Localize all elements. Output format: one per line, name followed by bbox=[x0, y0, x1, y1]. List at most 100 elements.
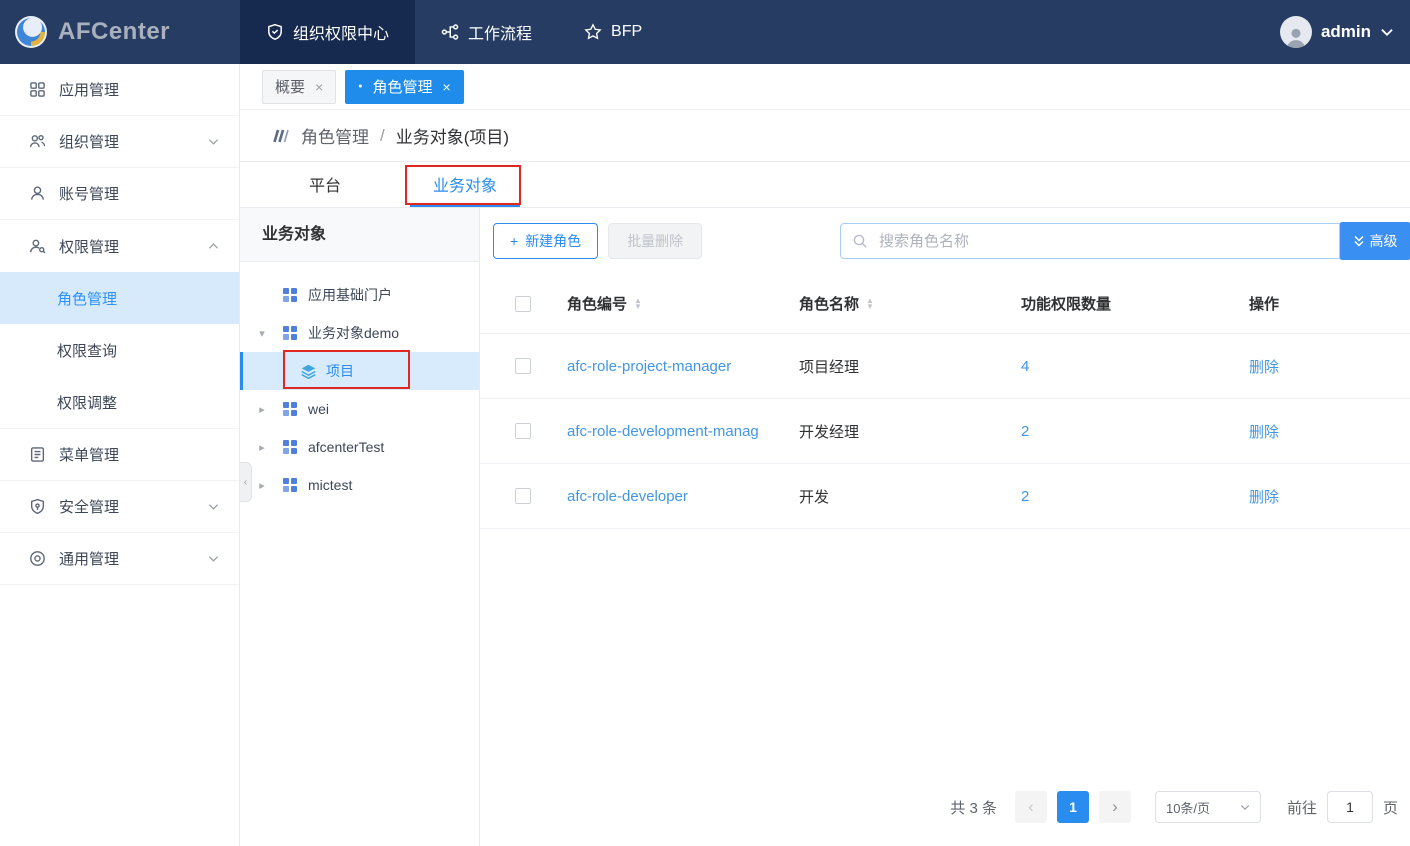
search-box bbox=[840, 223, 1340, 259]
advanced-label: 高级 bbox=[1370, 231, 1398, 251]
tab-overview[interactable]: 概要 × bbox=[262, 70, 336, 104]
sidebar-item-account-management[interactable]: 账号管理 bbox=[0, 168, 239, 220]
app-grid-icon bbox=[28, 81, 46, 99]
topnav-bfp[interactable]: BFP bbox=[558, 0, 668, 64]
tree-item-wei[interactable]: ▸ wei bbox=[240, 390, 479, 428]
column-header-role-code[interactable]: 角色编号 ▲ ▼ bbox=[553, 293, 785, 314]
goto-label: 前往 bbox=[1287, 797, 1317, 818]
role-code-link[interactable]: afc-role-developer bbox=[553, 488, 785, 505]
permission-count-link[interactable]: 2 bbox=[1007, 423, 1235, 440]
column-header-role-name[interactable]: 角色名称 ▲ ▼ bbox=[785, 293, 1007, 314]
tree-item-label: 项目 bbox=[326, 361, 354, 381]
expander-collapsed-icon[interactable]: ▸ bbox=[254, 403, 270, 416]
tree-item-label: 应用基础门户 bbox=[308, 285, 392, 305]
table-row: afc-role-developer 开发 2 删除 bbox=[480, 464, 1410, 529]
prev-page-button[interactable]: ‹ bbox=[1015, 791, 1047, 823]
page-number-button[interactable]: 1 bbox=[1057, 791, 1089, 823]
grid-node-icon bbox=[282, 401, 299, 418]
delete-link[interactable]: 删除 bbox=[1235, 421, 1410, 442]
advanced-search-button[interactable]: 高级 bbox=[1340, 222, 1410, 260]
sidebar-item-role-management[interactable]: 角色管理 bbox=[0, 272, 239, 324]
sidebar-item-label: 账号管理 bbox=[59, 183, 119, 204]
table-toolbar: + 新建角色 批量删除 bbox=[480, 218, 1410, 274]
grid-node-icon bbox=[282, 477, 299, 494]
delete-link[interactable]: 删除 bbox=[1235, 356, 1410, 377]
panel-collapse-handle[interactable]: ‹ bbox=[240, 462, 252, 502]
role-table-panel: + 新建角色 批量删除 bbox=[480, 208, 1410, 846]
page-size-value: 10条/页 bbox=[1166, 798, 1210, 817]
user-menu[interactable]: admin bbox=[1280, 0, 1410, 64]
tree-item-project[interactable]: 项目 bbox=[240, 352, 479, 390]
batch-delete-button[interactable]: 批量删除 bbox=[608, 223, 702, 259]
sidebar-group-permission: 权限管理 角色管理 权限查询 权限调整 bbox=[0, 220, 239, 429]
sidebar-item-label: 安全管理 bbox=[59, 496, 119, 517]
sidebar-item-label: 权限调整 bbox=[57, 392, 117, 413]
sidebar-item-general-management[interactable]: 通用管理 bbox=[0, 533, 239, 585]
subtab-label: 业务对象 bbox=[433, 172, 497, 196]
breadcrumb-section[interactable]: 角色管理 bbox=[301, 123, 369, 148]
tree-item-business-object-demo[interactable]: ▾ 业务对象demo bbox=[240, 314, 479, 352]
table-row: afc-role-project-manager 项目经理 4 删除 bbox=[480, 334, 1410, 399]
topnav-workflow[interactable]: 工作流程 bbox=[415, 0, 558, 64]
sidebar-item-permission-adjust[interactable]: 权限调整 bbox=[0, 376, 239, 428]
sidebar-item-label: 权限管理 bbox=[59, 236, 119, 257]
row-checkbox[interactable] bbox=[515, 423, 531, 439]
page-size-select[interactable]: 10条/页 bbox=[1155, 791, 1261, 823]
logo-area: AFCenter bbox=[0, 0, 240, 64]
sidebar-item-app-management[interactable]: 应用管理 bbox=[0, 64, 239, 116]
table-header-row: 角色编号 ▲ ▼ 角色名称 ▲ ▼ 功能权限数量 bbox=[480, 274, 1410, 334]
expander-collapsed-icon[interactable]: ▸ bbox=[254, 441, 270, 454]
tab-label: 角色管理 bbox=[372, 76, 432, 97]
sidebar-item-security-management[interactable]: 安全管理 bbox=[0, 481, 239, 533]
breadcrumb-current: 业务对象(项目) bbox=[396, 123, 509, 148]
topnav-org-permission-center[interactable]: 组织权限中心 bbox=[240, 0, 415, 64]
top-navigation: 组织权限中心 工作流程 BFP bbox=[240, 0, 668, 64]
tree-item-label: mictest bbox=[308, 477, 352, 493]
role-code-link[interactable]: afc-role-development-manag bbox=[553, 423, 785, 440]
close-icon[interactable]: × bbox=[442, 79, 450, 95]
expander-collapsed-icon[interactable]: ▸ bbox=[254, 479, 270, 492]
tree-item-mictest[interactable]: ▸ mictest bbox=[240, 466, 479, 504]
permission-count-link[interactable]: 4 bbox=[1007, 358, 1235, 375]
select-all-checkbox[interactable] bbox=[515, 296, 531, 312]
subtab-business-object[interactable]: 业务对象 bbox=[410, 162, 520, 207]
sidebar-item-permission-query[interactable]: 权限查询 bbox=[0, 324, 239, 376]
subtab-platform[interactable]: 平台 bbox=[280, 162, 370, 207]
sidebar-item-permission-management[interactable]: 权限管理 bbox=[0, 220, 239, 272]
sidebar-item-label: 菜单管理 bbox=[59, 444, 119, 465]
double-chevron-down-icon bbox=[1353, 235, 1365, 248]
permission-icon bbox=[28, 237, 46, 255]
tree-item-app-basic-portal[interactable]: 应用基础门户 bbox=[240, 276, 479, 314]
sort-icon[interactable]: ▲ ▼ bbox=[866, 298, 874, 310]
breadcrumb-separator: / bbox=[380, 126, 385, 146]
shield-icon bbox=[266, 23, 284, 41]
row-checkbox[interactable] bbox=[515, 358, 531, 374]
chevron-down-icon bbox=[208, 503, 219, 511]
tree-item-afcentertest[interactable]: ▸ afcenterTest bbox=[240, 428, 479, 466]
batch-delete-label: 批量删除 bbox=[627, 231, 683, 251]
row-checkbox[interactable] bbox=[515, 488, 531, 504]
column-header-permission-count: 功能权限数量 bbox=[1007, 293, 1235, 314]
sort-icon[interactable]: ▲ ▼ bbox=[634, 298, 642, 310]
sidebar-item-organization-management[interactable]: 组织管理 bbox=[0, 116, 239, 168]
expander-expanded-icon[interactable]: ▾ bbox=[254, 327, 270, 340]
permission-count-link[interactable]: 2 bbox=[1007, 488, 1235, 505]
chevron-up-icon bbox=[208, 242, 219, 250]
table-row: afc-role-development-manag 开发经理 2 删除 bbox=[480, 399, 1410, 464]
close-icon[interactable]: × bbox=[315, 79, 323, 95]
new-role-button[interactable]: + 新建角色 bbox=[493, 223, 598, 259]
next-page-button[interactable]: › bbox=[1099, 791, 1131, 823]
delete-link[interactable]: 删除 bbox=[1235, 486, 1410, 507]
new-role-label: 新建角色 bbox=[525, 231, 581, 251]
search-input[interactable] bbox=[840, 223, 1340, 259]
goto-page-input[interactable] bbox=[1327, 791, 1373, 823]
account-icon bbox=[28, 185, 46, 203]
tab-role-management[interactable]: ● 角色管理 × bbox=[345, 70, 463, 104]
role-code-link[interactable]: afc-role-project-manager bbox=[553, 358, 785, 375]
breadcrumb-bars-icon bbox=[270, 128, 290, 144]
active-dot-icon: ● bbox=[358, 83, 362, 90]
tree-item-label: 业务对象demo bbox=[308, 323, 399, 343]
page-unit-label: 页 bbox=[1383, 797, 1398, 818]
sort-down-icon: ▼ bbox=[634, 304, 642, 310]
sidebar-item-menu-management[interactable]: 菜单管理 bbox=[0, 429, 239, 481]
